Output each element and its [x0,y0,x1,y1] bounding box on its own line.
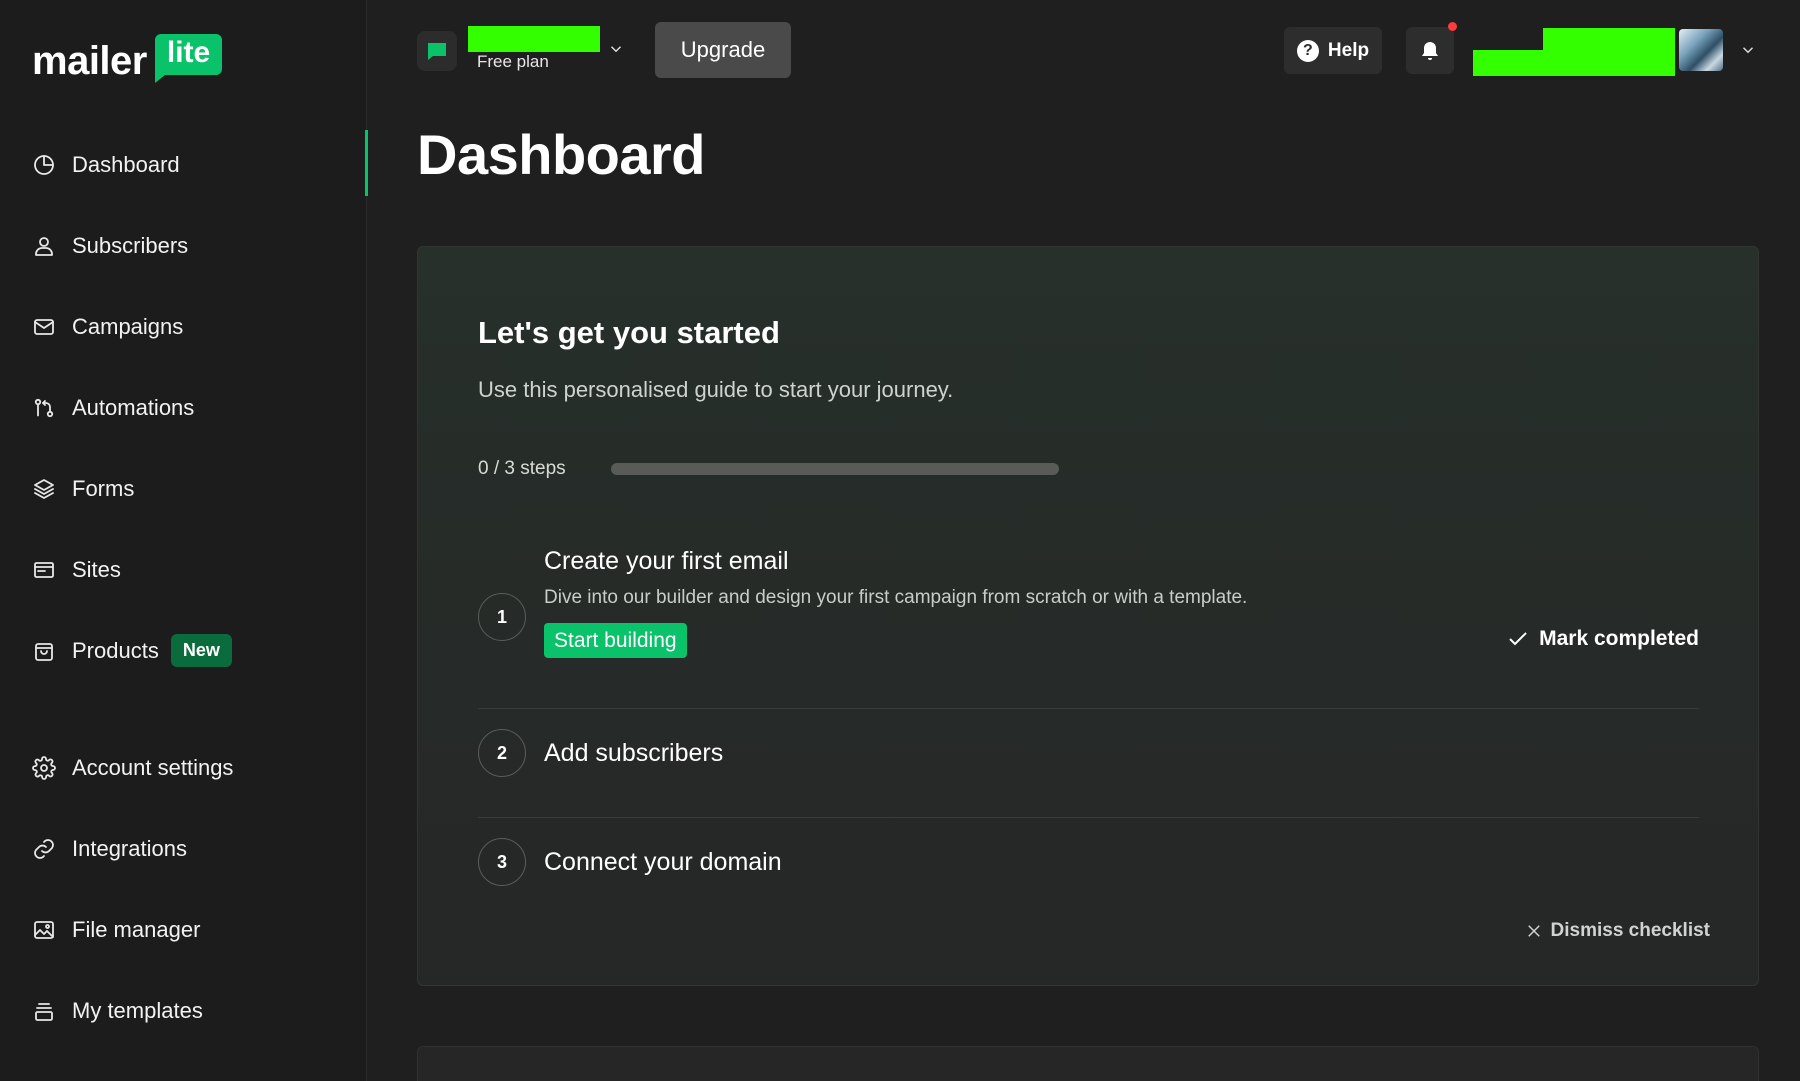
checklist-heading: Let's get you started [478,315,780,350]
step-description: Dive into our builder and design your fi… [544,587,1248,608]
question-icon: ? [1296,39,1319,62]
sidebar-item-automations[interactable]: Automations [0,367,367,448]
sidebar-item-sites[interactable]: Sites [0,529,367,610]
mark-completed-label: Mark completed [1539,627,1699,650]
check-icon [1509,632,1527,646]
step-title[interactable]: Add subscribers [544,739,723,768]
step-number: 3 [478,838,526,886]
notifications-button[interactable] [1406,27,1454,74]
steps-progress-bar [611,463,1059,475]
step-title[interactable]: Create your first email [544,547,789,576]
steps-progress-text: 0 / 3 steps [478,458,566,479]
sidebar-item-forms[interactable]: Forms [0,448,367,529]
sidebar-item-campaigns[interactable]: Campaigns [0,286,367,367]
gear-icon [32,755,56,780]
sidebar-item-dashboard[interactable]: Dashboard [0,124,368,205]
sidebar-item-subscribers[interactable]: Subscribers [0,205,367,286]
link-icon [32,837,56,861]
checklist-step-3[interactable]: 3 Connect your domain [478,838,1699,898]
step-number: 2 [478,729,526,777]
step-divider [478,708,1699,709]
sidebar-item-label: My templates [72,997,203,1023]
sidebar-item-products[interactable]: Products New [0,610,367,691]
checklist-step-1: 1 Create your first email Dive into our … [478,547,1699,658]
sidebar-nav: Dashboard Subscribers Campaigns Automati… [0,124,368,1051]
image-icon [32,918,56,942]
automation-icon [32,396,56,420]
user-icon [32,234,56,258]
avatar[interactable] [1679,29,1723,71]
checklist-step-2[interactable]: 2 Add subscribers [478,729,1699,789]
browser-icon [32,558,56,582]
user-email-redacted[interactable] [1543,28,1675,76]
sidebar-item-label: Account settings [72,754,234,780]
account-switcher-icon[interactable] [417,31,457,71]
layers-icon [32,477,56,501]
sidebar-item-label: Sites [72,556,121,582]
getting-started-checklist: Let's get you started Use this personali… [417,246,1759,986]
sidebar-item-label: Subscribers [72,232,189,258]
sidebar-item-label: Products [72,637,159,663]
sidebar-item-file-manager[interactable]: File manager [0,889,367,970]
shopping-bag-icon [32,639,56,663]
app-root: mailer lite Dashboard Subscribers Campai… [0,0,1800,1081]
step-number: 1 [478,593,526,641]
dismiss-label: Dismiss checklist [1550,920,1710,941]
sidebar-item-integrations[interactable]: Integrations [0,808,367,889]
chevron-down-icon[interactable] [1739,41,1757,59]
template-icon [32,999,56,1023]
user-name-redacted[interactable] [1473,50,1543,76]
upgrade-button[interactable]: Upgrade [655,22,791,78]
page-title: Dashboard [417,123,706,186]
sidebar-item-label: Forms [72,475,135,501]
mailerlite-logo[interactable]: mailer lite [32,34,223,83]
sidebar-item-my-templates[interactable]: My templates [0,970,367,1051]
dashboard-icon [32,153,56,177]
sidebar-item-label: Dashboard [72,151,180,177]
start-building-button[interactable]: Start building [544,623,687,658]
next-card [417,1046,1759,1081]
help-label: Help [1327,39,1370,61]
sidebar-item-label: Campaigns [72,313,184,339]
notification-dot [1448,22,1457,31]
mail-icon [32,315,56,339]
chat-icon [428,43,446,60]
sidebar-item-label: Integrations [72,835,187,861]
close-icon [1527,925,1540,937]
mark-completed-button[interactable]: Mark completed [1506,627,1699,651]
sidebar-item-account-settings[interactable]: Account settings [0,727,367,808]
step-title[interactable]: Connect your domain [544,848,782,877]
sidebar-item-label: Automations [72,394,195,420]
step-divider [478,817,1699,818]
sidebar: mailer lite Dashboard Subscribers Campai… [0,0,368,1081]
account-plan-label[interactable]: Free plan [477,52,549,72]
checklist-subtitle: Use this personalised guide to start you… [478,377,954,402]
help-button[interactable]: ? Help [1284,27,1382,74]
logo-word: mailer [32,39,147,83]
bell-icon [1422,41,1438,60]
sidebar-item-label: File manager [72,916,201,942]
top-bar: Free plan Upgrade ? Help [367,0,1800,100]
chevron-down-icon[interactable] [607,40,625,58]
dismiss-checklist-button[interactable]: Dismiss checklist [1525,920,1710,942]
account-name-redacted[interactable] [468,26,600,52]
logo-badge: lite [154,34,223,83]
new-badge: New [170,634,232,667]
